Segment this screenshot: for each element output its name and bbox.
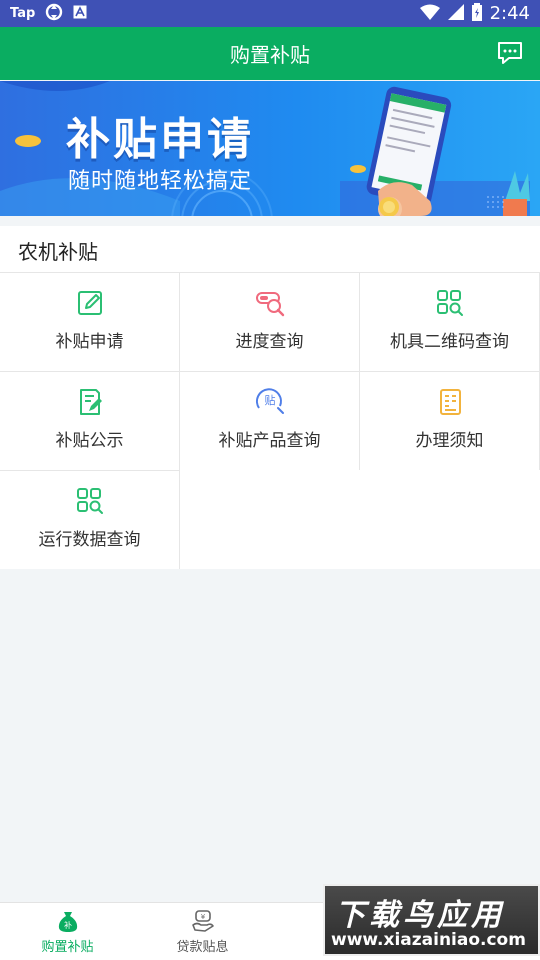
sync-icon (45, 3, 63, 25)
banner-subtitle: 随时随地轻松搞定 (68, 169, 253, 194)
grid-item-label: 运行数据查询 (38, 530, 141, 550)
grid-search-icon (436, 290, 463, 316)
signal-icon (447, 3, 464, 24)
grid-item-instructions[interactable]: 办理须知 (360, 371, 540, 470)
grid-item-label: 补贴申请 (55, 332, 124, 352)
grid-item-progress-query[interactable]: 进度查询 (180, 272, 360, 371)
edit-icon (77, 291, 102, 315)
wifi-icon (419, 4, 440, 24)
a-badge-icon (73, 4, 87, 23)
status-bar: Tap 2:44 (0, 0, 540, 27)
status-app-label: Tap (10, 6, 36, 21)
grid-item-product-query[interactable]: 贴 补贴产品查询 (180, 371, 360, 470)
watermark-title: 下载鸟应用 (335, 898, 505, 933)
status-time: 2:44 (489, 3, 530, 24)
grid-item-label: 办理须知 (415, 431, 484, 451)
grid-item-subsidy-apply[interactable]: 补贴申请 (0, 272, 180, 371)
subsidy-bag-icon: 补 (58, 912, 77, 932)
grid-search-icon (76, 488, 103, 514)
grid-item-label: 补贴公示 (55, 431, 124, 451)
grid-item-qrcode-query[interactable]: 机具二维码查询 (360, 272, 540, 371)
subsidy-section: 农机补贴 补贴申请 进度查询 机具二维码查询 补贴公示 贴 补贴产品查询 办理须… (0, 226, 540, 569)
watermark-url: www.xiazainiao.com (331, 930, 526, 950)
nav-label-loan: 贷款贴息 (176, 940, 229, 955)
nav-item-subsidy[interactable]: 补 购置补贴 (0, 903, 135, 960)
banner-title: 补贴申请 (66, 114, 254, 165)
promo-banner[interactable]: 补贴申请 随时随地轻松搞定 (0, 81, 540, 216)
svg-text:补: 补 (64, 920, 72, 930)
watermark: 下载鸟应用 www.xiazainiao.com (323, 884, 540, 956)
product-search-icon: 贴 (255, 388, 284, 414)
progress-search-icon (255, 292, 284, 317)
loan-icon: ¥ (191, 910, 214, 932)
nav-label-subsidy: 购置补贴 (41, 940, 94, 955)
notice-icon (79, 389, 102, 415)
battery-icon (471, 2, 482, 25)
message-button[interactable] (496, 39, 524, 67)
grid-item-operation-data-query[interactable]: 运行数据查询 (0, 470, 180, 569)
svg-text:¥: ¥ (200, 913, 205, 921)
document-icon (439, 389, 461, 415)
svg-text:贴: 贴 (264, 393, 275, 407)
grid-item-label: 进度查询 (235, 332, 304, 352)
grid-item-label: 机具二维码查询 (390, 332, 509, 352)
chat-icon (498, 42, 522, 64)
section-title: 农机补贴 (18, 240, 98, 264)
grid-item-subsidy-notice[interactable]: 补贴公示 (0, 371, 180, 470)
page-title: 购置补贴 (230, 43, 310, 67)
app-header: 购置补贴 (0, 27, 540, 80)
nav-item-loan[interactable]: ¥ 贷款贴息 (135, 903, 270, 960)
grid-item-label: 补贴产品查询 (218, 431, 321, 451)
